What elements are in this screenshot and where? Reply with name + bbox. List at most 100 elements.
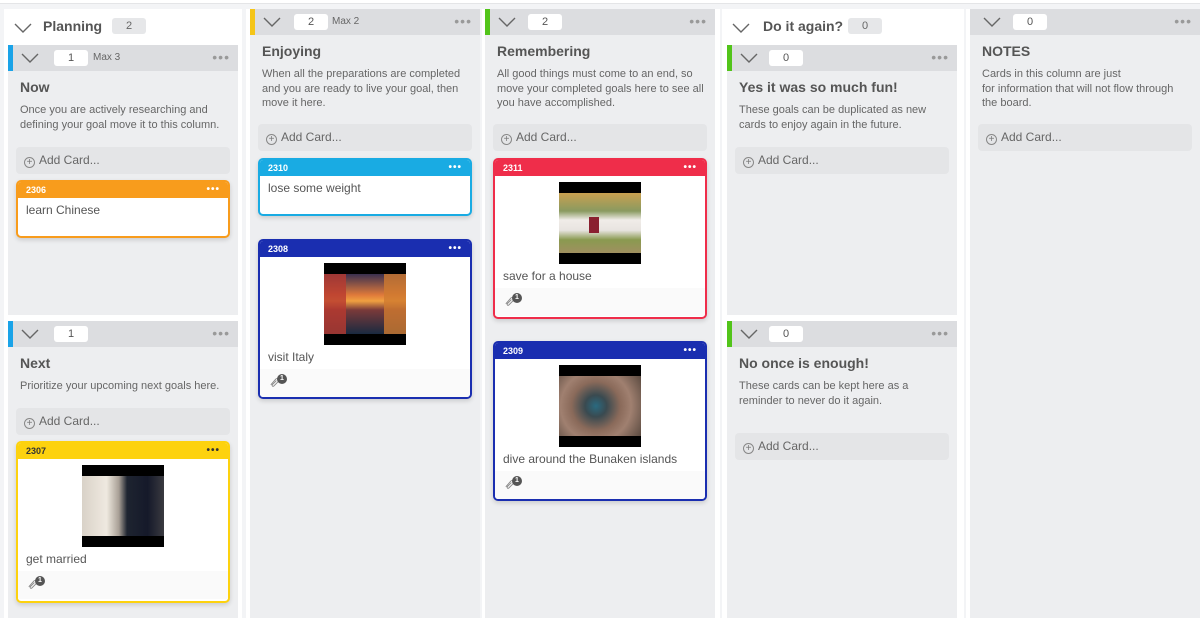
column-header: 2 ••• xyxy=(485,9,715,35)
card-id: 2309 xyxy=(503,346,524,356)
card-footer: 1 xyxy=(495,471,705,499)
column-enjoying: 2 Max 2 ••• Enjoying When all the prepar… xyxy=(250,9,480,618)
column-wip-limit: Max 3 xyxy=(93,52,121,63)
add-card-label: Add Card... xyxy=(758,153,819,167)
add-card-button[interactable]: + Add Card... xyxy=(735,147,949,174)
add-card-button[interactable]: + Add Card... xyxy=(493,124,707,151)
column-remembering: 2 ••• Remembering All good things must c… xyxy=(485,9,715,618)
add-card-label: Add Card... xyxy=(39,414,100,428)
card-title: lose some weight xyxy=(268,181,361,195)
card-menu-icon[interactable]: ••• xyxy=(683,343,697,359)
card-title: get married xyxy=(26,552,87,566)
column-menu-icon[interactable]: ••• xyxy=(931,326,949,340)
lane-planning: Planning 2 1 Max 3 ••• Now Once you are … xyxy=(4,9,242,618)
card-id: 2310 xyxy=(268,163,289,173)
column-menu-icon[interactable]: ••• xyxy=(1174,14,1192,28)
plus-circle-icon: + xyxy=(24,157,35,168)
card-2307[interactable]: 2307 ••• get married 1 xyxy=(16,441,230,603)
card-title: dive around the Bunaken islands xyxy=(503,452,678,466)
chevron-down-icon[interactable] xyxy=(740,328,758,340)
plus-circle-icon: + xyxy=(24,418,35,429)
house-photo[interactable] xyxy=(559,182,641,264)
card-id: 2308 xyxy=(268,244,289,254)
column-menu-icon[interactable]: ••• xyxy=(212,326,230,340)
add-card-label: Add Card... xyxy=(1001,130,1062,144)
column-accent-bar xyxy=(727,45,732,71)
chevron-down-icon[interactable] xyxy=(263,16,281,28)
coral-reef-photo[interactable] xyxy=(559,365,641,447)
card-2309[interactable]: 2309 ••• dive around the Bunaken islands… xyxy=(493,341,707,501)
column-description: Cards in this column are just for inform… xyxy=(982,68,1174,109)
add-card-button[interactable]: + Add Card... xyxy=(978,124,1192,151)
attachment-count: 1 xyxy=(512,476,522,486)
add-card-label: Add Card... xyxy=(516,130,577,144)
chevron-down-icon[interactable] xyxy=(498,16,516,28)
column-header: 0 ••• xyxy=(970,9,1200,35)
italy-canal-photo[interactable] xyxy=(324,263,406,345)
column-title: Remembering xyxy=(497,43,591,59)
card-footer: 1 xyxy=(495,288,705,316)
column-title: Now xyxy=(20,79,50,95)
column-menu-icon[interactable]: ••• xyxy=(454,14,472,28)
chevron-down-icon[interactable] xyxy=(983,16,1001,28)
column-header: 2 Max 2 ••• xyxy=(250,9,480,35)
column-header: 1 ••• xyxy=(8,321,238,347)
lane-title: Do it again? xyxy=(763,18,844,34)
card-2308[interactable]: 2308 ••• visit Italy 1 xyxy=(258,239,472,399)
column-description: Once you are actively researching and de… xyxy=(20,104,220,131)
card-title: visit Italy xyxy=(268,350,315,364)
chevron-down-icon[interactable] xyxy=(14,22,32,34)
card-2306[interactable]: 2306 ••• learn Chinese xyxy=(16,180,230,238)
column-accent-bar xyxy=(8,321,13,347)
column-count-badge: 0 xyxy=(1013,14,1047,30)
column-next: 1 ••• Next Prioritize your upcoming next… xyxy=(8,321,238,618)
column-menu-icon[interactable]: ••• xyxy=(689,14,707,28)
paperclip-icon[interactable]: 1 xyxy=(26,576,46,593)
column-accent-bar xyxy=(485,9,490,35)
attachment-count: 1 xyxy=(35,576,45,586)
column-description: When all the preparations are completed … xyxy=(262,68,461,109)
wedding-photo[interactable] xyxy=(82,465,164,547)
add-card-label: Add Card... xyxy=(39,153,100,167)
add-card-button[interactable]: + Add Card... xyxy=(735,433,949,460)
lane-header: Planning 2 xyxy=(4,9,242,43)
add-card-label: Add Card... xyxy=(758,439,819,453)
card-id: 2307 xyxy=(26,446,47,456)
column-header: 0 ••• xyxy=(727,45,957,71)
lane-title: Planning xyxy=(43,18,103,34)
paperclip-icon[interactable]: 1 xyxy=(503,293,523,310)
column-title: No once is enough! xyxy=(739,355,869,371)
add-card-button[interactable]: + Add Card... xyxy=(258,124,472,151)
top-border xyxy=(0,0,1200,4)
attachment-count: 1 xyxy=(277,374,287,384)
card-menu-icon[interactable]: ••• xyxy=(206,182,220,198)
chevron-down-icon[interactable] xyxy=(732,22,750,34)
column-menu-icon[interactable]: ••• xyxy=(212,50,230,64)
column-description: All good things must come to an end, so … xyxy=(497,68,704,109)
column-count-badge: 1 xyxy=(54,50,88,66)
plus-circle-icon: + xyxy=(743,443,754,454)
card-2310[interactable]: 2310 ••• lose some weight xyxy=(258,158,472,216)
column-title: Yes it was so much fun! xyxy=(739,79,898,95)
card-menu-icon[interactable]: ••• xyxy=(206,443,220,459)
column-header: 0 ••• xyxy=(727,321,957,347)
column-yes-fun: 0 ••• Yes it was so much fun! These goal… xyxy=(727,45,957,315)
column-title: NOTES xyxy=(982,43,1031,59)
column-count-badge: 1 xyxy=(54,326,88,342)
card-menu-icon[interactable]: ••• xyxy=(448,160,462,176)
card-id: 2311 xyxy=(503,163,523,173)
chevron-down-icon[interactable] xyxy=(740,52,758,64)
card-menu-icon[interactable]: ••• xyxy=(448,241,462,257)
add-card-button[interactable]: + Add Card... xyxy=(16,147,230,174)
column-now: 1 Max 3 ••• Now Once you are actively re… xyxy=(8,45,238,315)
column-count-badge: 0 xyxy=(769,326,803,342)
paperclip-icon[interactable]: 1 xyxy=(268,374,288,391)
column-menu-icon[interactable]: ••• xyxy=(931,50,949,64)
paperclip-icon[interactable]: 1 xyxy=(503,476,523,493)
column-wip-limit: Max 2 xyxy=(332,16,360,27)
card-2311[interactable]: 2311 ••• save for a house 1 xyxy=(493,158,707,319)
chevron-down-icon[interactable] xyxy=(21,328,39,340)
card-menu-icon[interactable]: ••• xyxy=(683,160,697,176)
chevron-down-icon[interactable] xyxy=(21,52,39,64)
add-card-button[interactable]: + Add Card... xyxy=(16,408,230,435)
